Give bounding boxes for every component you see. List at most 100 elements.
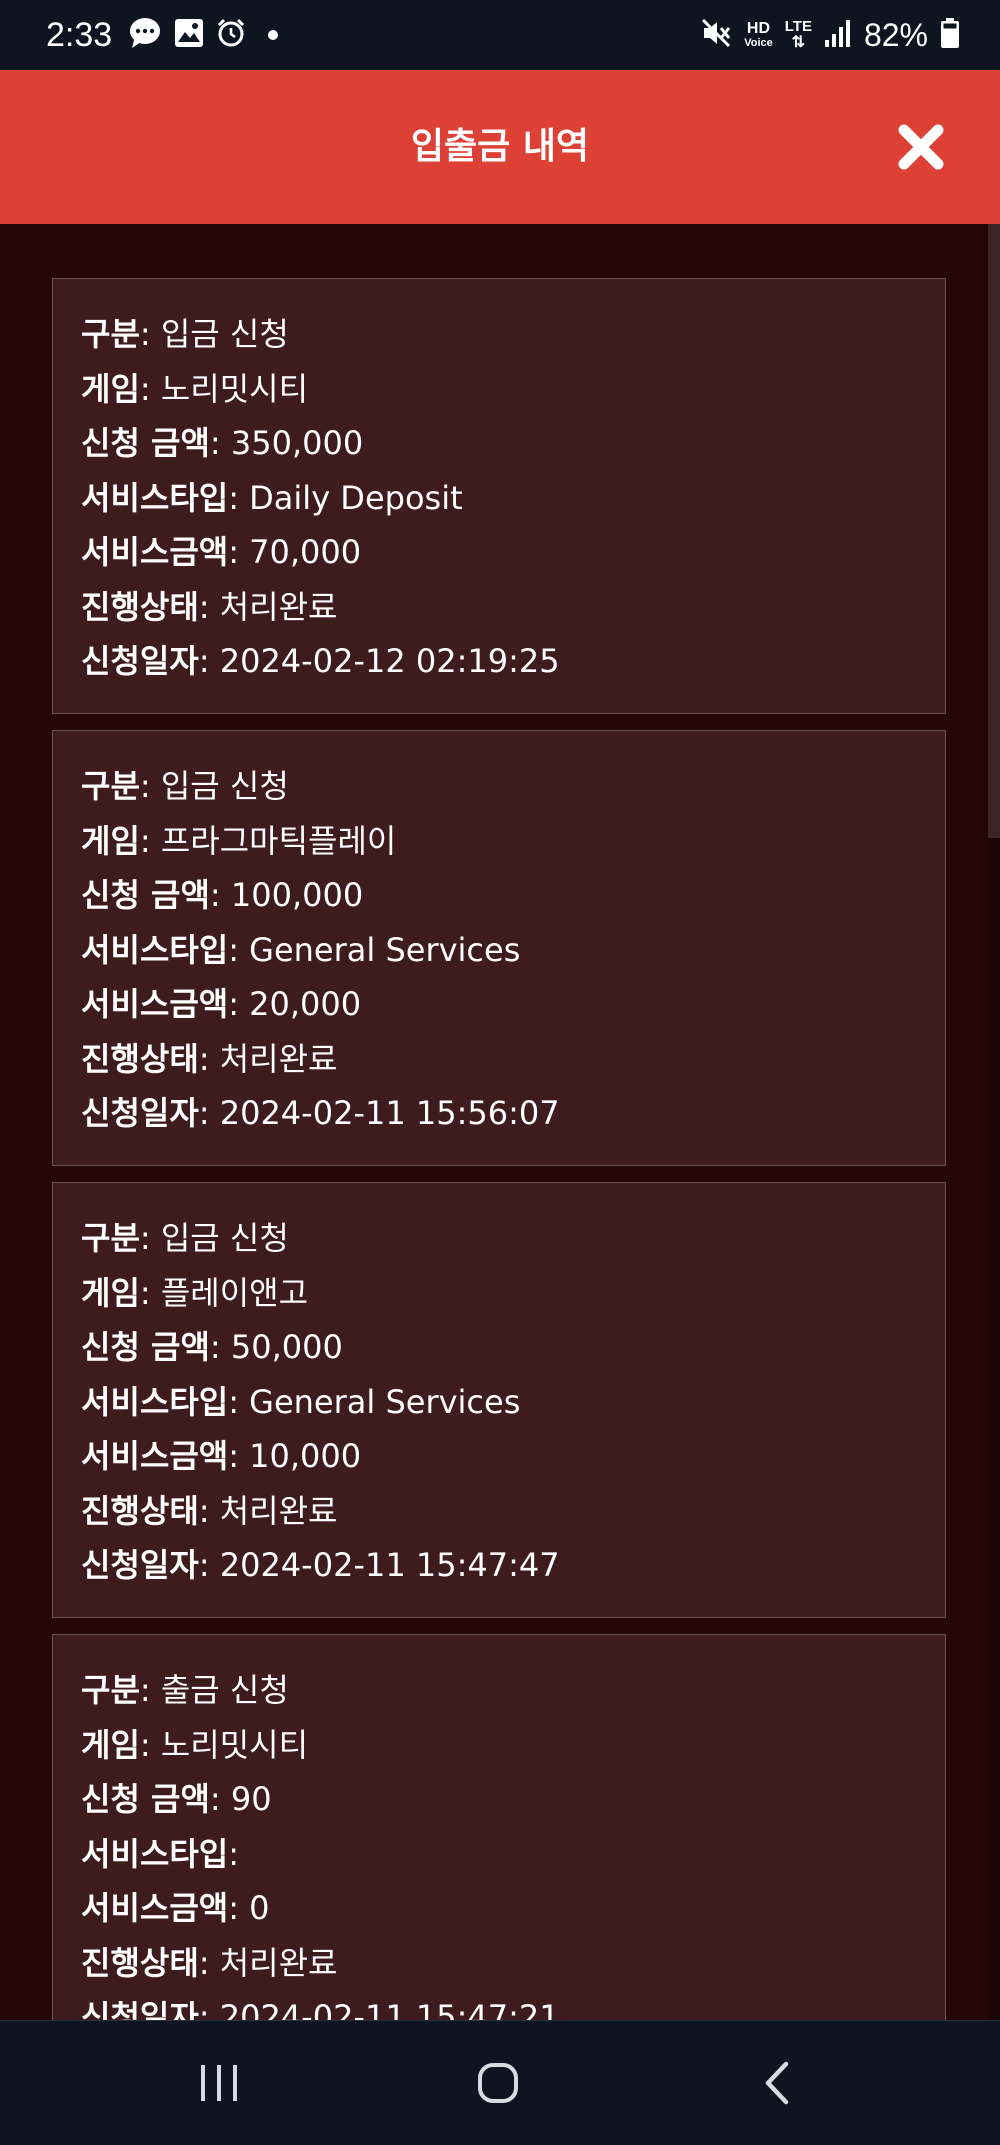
row-value: 0	[238, 1889, 270, 1927]
card-row-game: 게임: 노리밋시티	[81, 369, 309, 408]
row-label: 게임	[81, 1273, 140, 1312]
row-label: 진행상태	[81, 1039, 199, 1078]
card-row-game: 게임: 노리밋시티	[81, 1725, 309, 1764]
row-value: 처리완료	[209, 587, 338, 626]
row-label: 진행상태	[81, 1491, 199, 1530]
battery-icon	[940, 17, 960, 53]
row-value: Daily Deposit	[238, 478, 463, 517]
status-time: 2:33	[46, 15, 113, 54]
row-value: 노리밋시티	[150, 369, 309, 408]
card-row-service-amount: 서비스금액: 10,000	[81, 1437, 362, 1475]
row-label: 서비스타입	[81, 1834, 229, 1873]
row-label: 서비스타입	[81, 1382, 229, 1421]
row-label: 서비스금액	[81, 1437, 229, 1475]
row-value: 2024-02-11 15:47:47	[209, 1546, 560, 1584]
close-icon	[898, 124, 944, 170]
row-value: 처리완료	[209, 1491, 338, 1530]
row-value: 20,000	[238, 985, 362, 1023]
row-label: 서비스타입	[81, 478, 229, 517]
card-row-game: 게임: 플레이앤고	[81, 1273, 309, 1312]
card-row-amount: 신청 금액: 90	[81, 1780, 272, 1818]
gallery-icon	[174, 18, 204, 52]
row-value: 2024-02-11 15:47:21	[209, 1998, 560, 2020]
card-row-service-amount: 서비스금액: 70,000	[81, 533, 362, 571]
card-row-status: 진행상태: 처리완료	[81, 587, 338, 626]
recent-apps-button[interactable]	[187, 2051, 251, 2115]
lte-icon: LTE ⇅	[785, 19, 812, 51]
card-row-type: 구분: 입금 신청	[81, 315, 289, 353]
card-row-date: 신청일자: 2024-02-11 15:56:07	[81, 1094, 560, 1132]
row-label: 서비스금액	[81, 985, 229, 1023]
transaction-card: 구분: 입금 신청 게임: 플레이앤고 신청 금액: 50,000 서비스타입:…	[52, 1182, 946, 1618]
home-button[interactable]	[466, 2051, 530, 2115]
row-value: 처리완료	[209, 1039, 338, 1078]
card-row-service-type: 서비스타입: Daily Deposit	[81, 478, 463, 517]
card-row-status: 진행상태: 처리완료	[81, 1491, 338, 1530]
card-row-date: 신청일자: 2024-02-11 15:47:47	[81, 1546, 560, 1584]
row-label: 서비스금액	[81, 533, 229, 571]
card-row-date: 신청일자: 2024-02-11 15:47:21	[81, 1990, 945, 2020]
card-row-service-amount: 서비스금액: 0	[81, 1889, 270, 1927]
hd-label: HD	[746, 20, 771, 37]
row-label: 신청 금액	[81, 1328, 210, 1366]
mute-icon	[700, 17, 732, 53]
hd-voice-icon: HD Voice	[744, 20, 773, 50]
row-label: 신청 금액	[81, 424, 210, 462]
row-value: 2024-02-12 02:19:25	[209, 642, 560, 680]
card-row-status: 진행상태: 처리완료	[81, 1039, 338, 1078]
signal-icon	[824, 18, 852, 52]
row-value: 70,000	[238, 533, 362, 571]
row-label: 신청일자	[81, 1094, 199, 1132]
transaction-card: 구분: 입금 신청 게임: 프라그마틱플레이 신청 금액: 100,000 서비…	[52, 730, 946, 1166]
row-value: 노리밋시티	[150, 1725, 309, 1764]
card-row-type: 구분: 입금 신청	[81, 767, 289, 805]
row-value: 처리완료	[209, 1943, 338, 1982]
row-label: 구분	[81, 1219, 140, 1257]
row-label: 게임	[81, 369, 140, 408]
card-row-type: 구분: 출금 신청	[81, 1671, 289, 1709]
row-value: 90	[220, 1780, 272, 1818]
card-row-service-type: 서비스타입: General Services	[81, 930, 521, 969]
recent-apps-icon	[201, 2065, 237, 2101]
card-row-service-type: 서비스타입: General Services	[81, 1382, 521, 1421]
row-value: 100,000	[220, 876, 364, 914]
card-row-service-type: 서비스타입:	[81, 1834, 239, 1873]
alarm-icon	[216, 18, 246, 52]
row-value: 350,000	[220, 424, 364, 462]
row-value: 2024-02-11 15:56:07	[209, 1094, 560, 1132]
row-label: 신청일자	[81, 1998, 199, 2020]
card-row-status: 진행상태: 처리완료	[81, 1943, 338, 1982]
card-row-amount: 신청 금액: 100,000	[81, 876, 364, 914]
card-row-amount: 신청 금액: 50,000	[81, 1328, 343, 1366]
system-nav-bar	[0, 2020, 1000, 2145]
transaction-card: 구분: 입금 신청 게임: 노리밋시티 신청 금액: 350,000 서비스타입…	[52, 278, 946, 714]
notification-dot-icon	[268, 30, 279, 40]
scrollbar-thumb[interactable]	[988, 224, 1000, 838]
row-value: 출금 신청	[150, 1671, 289, 1709]
transaction-list[interactable]: 구분: 입금 신청 게임: 노리밋시티 신청 금액: 350,000 서비스타입…	[0, 224, 1000, 2020]
scrollbar-track[interactable]	[988, 224, 1000, 2020]
row-value: General Services	[238, 930, 521, 969]
voice-label: Voice	[744, 37, 773, 49]
row-value: 플레이앤고	[150, 1273, 309, 1312]
row-label: 게임	[81, 1725, 140, 1764]
row-value: 50,000	[220, 1328, 343, 1366]
home-icon	[478, 2063, 518, 2103]
row-value: 10,000	[238, 1437, 362, 1475]
card-row-type: 구분: 입금 신청	[81, 1219, 289, 1257]
row-label: 게임	[81, 821, 140, 860]
close-button[interactable]	[896, 122, 946, 172]
row-value: 입금 신청	[150, 315, 289, 353]
row-value: 프라그마틱플레이	[150, 821, 397, 860]
page-title: 입출금 내역	[410, 126, 590, 167]
row-label: 구분	[81, 767, 140, 805]
row-label: 구분	[81, 1671, 140, 1709]
back-button[interactable]	[746, 2051, 810, 2115]
card-row-game: 게임: 프라그마틱플레이	[81, 821, 397, 860]
battery-percent: 82%	[863, 16, 928, 53]
row-label: 서비스금액	[81, 1889, 229, 1927]
lte-arrows: ⇅	[791, 34, 806, 51]
chat-icon	[128, 16, 162, 54]
row-label: 신청일자	[81, 1546, 199, 1584]
card-row-date: 신청일자: 2024-02-12 02:19:25	[81, 642, 560, 680]
